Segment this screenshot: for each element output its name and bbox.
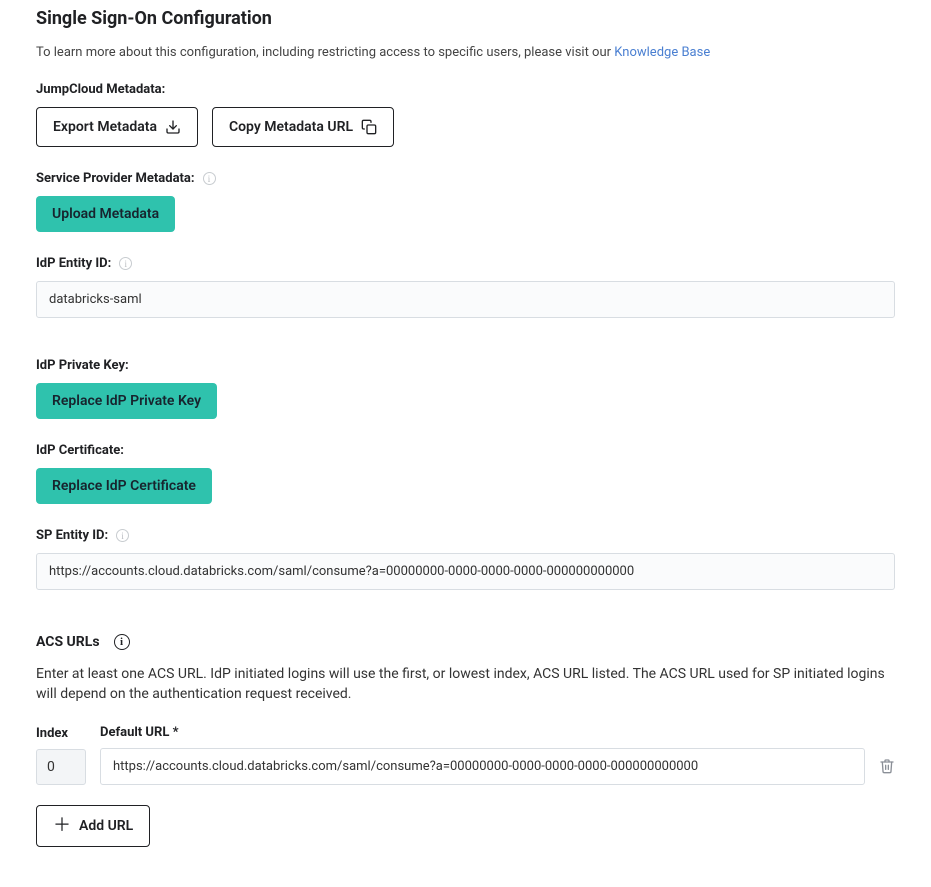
acs-default-url-label: Default URL * <box>100 725 865 740</box>
copy-metadata-url-label: Copy Metadata URL <box>229 120 353 134</box>
sp-entity-id-section: SP Entity ID: i <box>36 528 895 590</box>
copy-icon <box>361 119 377 135</box>
info-icon[interactable]: i <box>119 257 132 270</box>
acs-urls-header: ACS URLs i <box>36 634 895 650</box>
page-title: Single Sign-On Configuration <box>36 8 895 29</box>
upload-metadata-button[interactable]: Upload Metadata <box>36 196 175 232</box>
sp-metadata-section: Service Provider Metadata: i Upload Meta… <box>36 171 895 232</box>
info-icon[interactable]: i <box>116 529 129 542</box>
idp-private-key-section: IdP Private Key: Replace IdP Private Key <box>36 358 895 419</box>
export-metadata-button[interactable]: Export Metadata <box>36 107 198 147</box>
replace-idp-private-key-button[interactable]: Replace IdP Private Key <box>36 383 217 419</box>
download-icon <box>165 119 181 135</box>
acs-url-row: Index Default URL * <box>36 725 895 785</box>
intro-prefix: To learn more about this configuration, … <box>36 45 614 60</box>
sp-entity-id-label: SP Entity ID: <box>36 528 108 543</box>
replace-idp-certificate-label: Replace IdP Certificate <box>52 479 196 493</box>
jumpcloud-metadata-label: JumpCloud Metadata: <box>36 82 165 97</box>
replace-idp-certificate-button[interactable]: Replace IdP Certificate <box>36 468 212 504</box>
copy-metadata-url-button[interactable]: Copy Metadata URL <box>212 107 394 147</box>
upload-metadata-label: Upload Metadata <box>52 207 159 221</box>
idp-certificate-label: IdP Certificate: <box>36 443 124 458</box>
acs-index-input <box>36 749 86 785</box>
info-icon[interactable]: i <box>203 172 216 185</box>
idp-private-key-label: IdP Private Key: <box>36 358 129 373</box>
knowledge-base-link[interactable]: Knowledge Base <box>614 45 710 60</box>
idp-entity-id-label: IdP Entity ID: <box>36 256 111 271</box>
delete-acs-url-button[interactable] <box>879 757 895 785</box>
export-metadata-label: Export Metadata <box>53 120 157 134</box>
idp-entity-id-section: IdP Entity ID: i <box>36 256 895 318</box>
acs-default-url-input[interactable] <box>100 748 865 785</box>
plus-icon: ＋ <box>53 817 71 835</box>
replace-idp-private-key-label: Replace IdP Private Key <box>52 394 201 408</box>
add-url-label: Add URL <box>79 819 133 833</box>
intro-text: To learn more about this configuration, … <box>36 45 895 60</box>
acs-urls-description: Enter at least one ACS URL. IdP initiate… <box>36 664 895 705</box>
acs-index-label: Index <box>36 726 86 741</box>
acs-urls-heading: ACS URLs <box>36 634 100 650</box>
info-icon[interactable]: i <box>114 634 130 650</box>
add-url-button[interactable]: ＋ Add URL <box>36 805 150 847</box>
idp-entity-id-input[interactable] <box>36 281 895 318</box>
jumpcloud-metadata-section: JumpCloud Metadata: Export Metadata Copy… <box>36 82 895 147</box>
sp-entity-id-input[interactable] <box>36 553 895 590</box>
sp-metadata-label: Service Provider Metadata: <box>36 171 195 186</box>
idp-certificate-section: IdP Certificate: Replace IdP Certificate <box>36 443 895 504</box>
trash-icon <box>879 757 895 775</box>
